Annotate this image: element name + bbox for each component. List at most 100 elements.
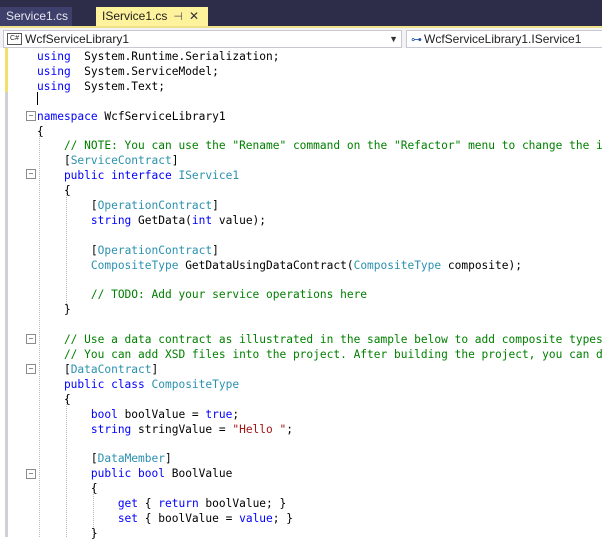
code-token: // You can add XSD files into the projec… xyxy=(37,348,602,361)
code-line: { xyxy=(37,481,98,496)
code-line: [OperationContract] xyxy=(37,198,219,213)
code-token: stringValue = xyxy=(131,422,233,436)
unsaved-change-marker xyxy=(5,48,8,92)
code-token: using xyxy=(37,64,71,78)
code-line: public bool BoolValue xyxy=(37,466,232,481)
csharp-file-icon: C# xyxy=(7,32,22,45)
code-token: ] xyxy=(151,362,159,376)
code-line: // Use a data contract as illustrated in… xyxy=(37,332,602,347)
code-token: CompositeType xyxy=(353,258,442,272)
code-token: public bool xyxy=(37,467,165,481)
code-line: get { return boolValue; } xyxy=(37,496,286,511)
code-token: IService1 xyxy=(178,169,240,183)
code-token: { boolValue = xyxy=(138,511,240,525)
project-dropdown[interactable]: C# WcfServiceLibrary1 ▼ xyxy=(3,30,402,48)
code-token: value xyxy=(239,511,273,525)
code-token: value); xyxy=(212,213,267,227)
code-token: public interface xyxy=(37,169,179,183)
code-token: true xyxy=(205,407,233,421)
code-token: boolValue; } xyxy=(198,497,287,510)
code-token: // TODO: Add your service operations her… xyxy=(37,288,368,302)
code-line: { xyxy=(37,124,44,139)
code-token: { xyxy=(37,184,71,198)
code-editor[interactable]: − − − − − using System.Runtime.Serializa… xyxy=(0,48,602,540)
code-line: [ServiceContract] xyxy=(37,153,179,168)
tab-service1-cs[interactable]: Service1.cs xyxy=(0,7,72,26)
code-token: OperationContract xyxy=(97,199,213,212)
code-line: CompositeType GetDataUsingDataContract(C… xyxy=(37,258,522,273)
code-token: { xyxy=(37,392,71,406)
code-token: { xyxy=(138,497,159,510)
code-token: ] xyxy=(171,154,179,168)
code-token: bool xyxy=(37,407,118,421)
code-line: using System.Runtime.Serialization; xyxy=(37,49,280,64)
code-token: { xyxy=(37,482,98,496)
code-line: // TODO: Add your service operations her… xyxy=(37,287,367,302)
code-line: // You can add XSD files into the projec… xyxy=(37,347,602,362)
code-token: get xyxy=(37,497,139,510)
code-token: ] xyxy=(212,243,219,257)
code-token: } xyxy=(37,303,71,317)
collapse-class-toggle[interactable]: − xyxy=(26,364,36,374)
code-token: OperationContract xyxy=(97,243,213,257)
code-line: public class CompositeType xyxy=(37,377,239,392)
member-dropdown[interactable]: ⊶ WcfServiceLibrary1.IService1 xyxy=(406,30,602,48)
chevron-down-icon[interactable]: ▼ xyxy=(389,31,398,47)
code-line: set { boolValue = value; } xyxy=(37,511,293,526)
close-icon[interactable]: ✕ xyxy=(189,7,199,26)
code-line: string GetData(int value); xyxy=(37,213,266,228)
code-line: { xyxy=(37,392,71,407)
code-token: ] xyxy=(212,199,219,212)
code-token: ] xyxy=(164,452,172,466)
code-token: public class xyxy=(37,377,152,391)
code-token: using xyxy=(37,79,71,93)
collapse-namespace-toggle[interactable]: − xyxy=(26,111,36,121)
tab-label: IService1.cs xyxy=(102,9,168,23)
tab-label: Service1.cs xyxy=(6,9,69,23)
code-token: [ xyxy=(37,452,98,466)
code-token: set xyxy=(37,511,139,525)
code-token: System.Runtime.Serialization; xyxy=(70,50,280,63)
code-token: string xyxy=(37,422,132,436)
code-token: [ xyxy=(37,243,98,257)
code-token: namespace xyxy=(37,109,98,123)
code-token: composite); xyxy=(441,258,522,272)
code-line: // NOTE: You can use the "Rename" comman… xyxy=(37,138,602,153)
code-line: using System.Text; xyxy=(37,79,165,94)
code-line: } xyxy=(37,526,98,541)
code-token: // NOTE: You can use the "Rename" comman… xyxy=(37,139,602,153)
code-line: bool boolValue = true; xyxy=(37,407,239,422)
collapse-comment-toggle[interactable]: − xyxy=(26,334,36,344)
code-line: } xyxy=(37,302,71,317)
code-token: [ xyxy=(37,154,71,168)
code-token: System.ServiceModel; xyxy=(70,64,219,78)
collapse-property-toggle[interactable]: − xyxy=(26,469,36,479)
saved-change-marker xyxy=(5,92,8,537)
code-token: ; } xyxy=(272,511,293,525)
pin-icon[interactable]: ⊣ xyxy=(173,8,183,27)
code-token: // Use a data contract as illustrated in… xyxy=(37,333,602,347)
code-line: [DataMember] xyxy=(37,451,172,466)
code-line: public interface IService1 xyxy=(37,168,239,183)
code-line: using System.ServiceModel; xyxy=(37,64,219,79)
code-token: CompositeType xyxy=(37,258,179,272)
document-tab-strip: Service1.cs IService1.cs ⊣ ✕ xyxy=(0,0,602,28)
code-token: ; xyxy=(232,407,240,421)
code-token: ServiceContract xyxy=(70,154,172,168)
tab-iservice1-cs[interactable]: IService1.cs ⊣ ✕ xyxy=(96,7,208,26)
code-token: string xyxy=(37,213,132,227)
code-token: { xyxy=(37,124,44,138)
collapse-interface-toggle[interactable]: − xyxy=(26,169,36,179)
code-token: ; xyxy=(286,422,293,436)
code-line: string stringValue = "Hello "; xyxy=(37,422,293,437)
code-token: } xyxy=(37,526,98,540)
navigation-bar: C# WcfServiceLibrary1 ▼ ⊶ WcfServiceLibrar… xyxy=(0,28,602,49)
code-line: namespace WcfServiceLibrary1 xyxy=(37,109,226,124)
code-token: GetDataUsingDataContract( xyxy=(178,258,354,272)
member-dropdown-value: WcfServiceLibrary1.IService1 xyxy=(424,32,582,46)
code-token: [ xyxy=(37,199,98,212)
code-line: [OperationContract] xyxy=(37,243,219,258)
code-token: CompositeType xyxy=(151,377,240,391)
project-dropdown-value: WcfServiceLibrary1 xyxy=(25,32,130,46)
code-token: BoolValue xyxy=(164,467,233,481)
